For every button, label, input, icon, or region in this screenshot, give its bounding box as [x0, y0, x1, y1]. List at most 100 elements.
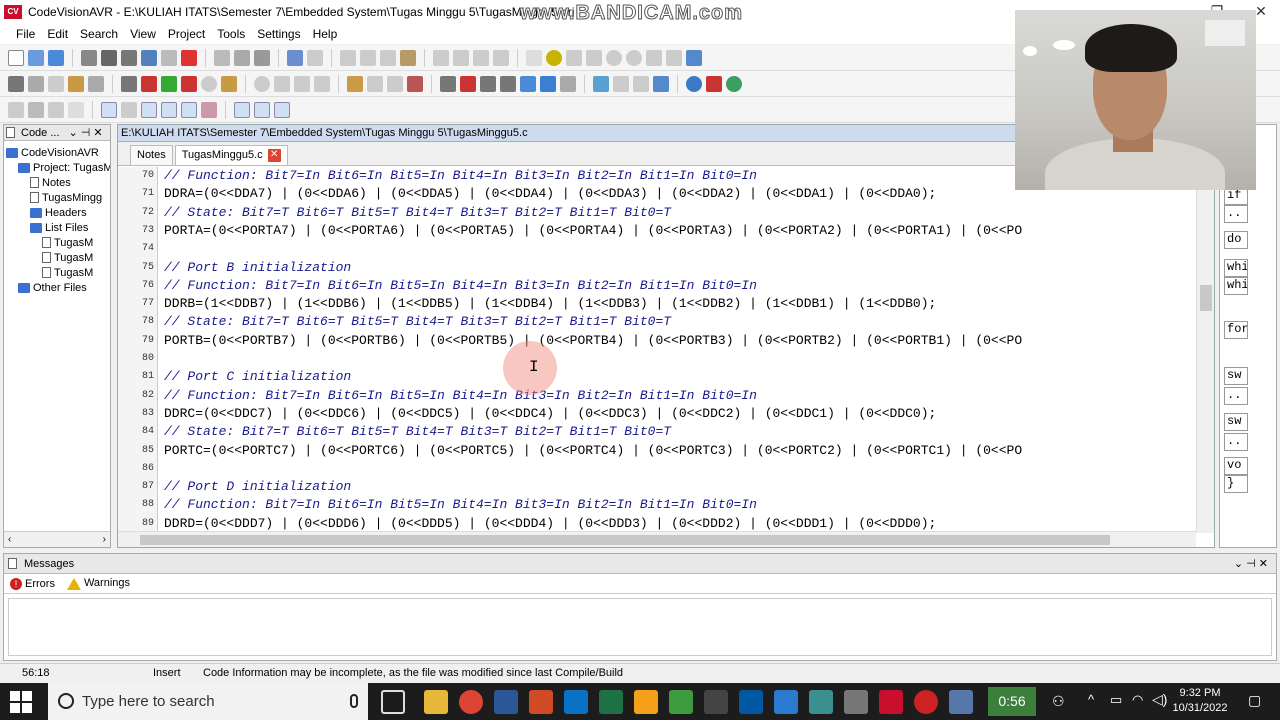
menu-tools[interactable]: Tools [211, 27, 251, 41]
network-icon[interactable]: ▭ [1110, 692, 1122, 708]
expand-icon[interactable] [8, 101, 24, 118]
clipboard-history-icon[interactable] [181, 101, 197, 118]
configure-icon[interactable] [121, 75, 137, 92]
stop-build-icon[interactable] [88, 75, 104, 92]
template-snippet[interactable]: whi [1224, 277, 1248, 295]
paragraph-icon[interactable] [68, 101, 84, 118]
scroll-right-icon[interactable]: › [103, 534, 106, 545]
windows-start-icon[interactable] [10, 691, 32, 713]
open-file-icon[interactable] [28, 49, 44, 66]
messages-view-icon[interactable] [201, 101, 217, 118]
taskbar-search-box[interactable]: Type here to search [48, 683, 368, 720]
code-line[interactable]: 72 // State: Bit7=T Bit6=T Bit5=T Bit4=T … [118, 204, 1196, 222]
code-line[interactable]: 86 [118, 460, 1196, 478]
festo-icon[interactable] [739, 690, 763, 714]
tree-item[interactable]: List Files [4, 220, 110, 235]
layout-icon[interactable] [653, 75, 669, 92]
print-preview-icon[interactable] [214, 49, 230, 66]
bug-icon[interactable] [460, 75, 476, 92]
code-line[interactable]: 88 // Function: Bit7=In Bit6=In Bit5=In B… [118, 496, 1196, 514]
paste-icon[interactable] [400, 49, 416, 66]
code-area[interactable]: 70 // Function: Bit7=In Bit6=In Bit5=In B… [118, 167, 1196, 533]
menu-file[interactable]: File [10, 27, 41, 41]
template-snippet[interactable]: .. [1224, 205, 1248, 223]
chrome-icon[interactable] [459, 690, 483, 714]
edit-icon[interactable] [347, 75, 363, 92]
templates-icon[interactable] [141, 101, 157, 118]
outlook-icon[interactable] [564, 690, 588, 714]
indent-icon[interactable] [433, 49, 449, 66]
recording-timer[interactable]: 0:56 [988, 687, 1036, 716]
powerpoint-icon[interactable] [529, 690, 553, 714]
debug-icon[interactable] [161, 75, 177, 92]
function-list-icon[interactable] [121, 101, 137, 118]
clear-icon[interactable] [380, 49, 396, 66]
pin-icon[interactable]: ⊣ [81, 126, 91, 139]
back-icon[interactable] [606, 49, 622, 66]
close-icon[interactable]: ✕ [93, 126, 102, 139]
file-info-icon[interactable] [294, 75, 310, 92]
terminal-icon[interactable] [500, 75, 516, 92]
menu-settings[interactable]: Settings [251, 27, 306, 41]
tree-item[interactable]: Notes [4, 175, 110, 190]
chevron-up-icon[interactable]: ^ [1088, 692, 1094, 707]
code-line[interactable]: 85 PORTC=(0<<PORTC7) | (0<<PORTC6) | (0<<… [118, 442, 1196, 460]
print-icon[interactable] [254, 49, 270, 66]
menu-project[interactable]: Project [162, 27, 211, 41]
new-file-icon[interactable] [8, 49, 24, 66]
tab-notes[interactable]: Notes [130, 145, 173, 165]
tree-item[interactable]: TugasM [4, 265, 110, 280]
app-chart-icon[interactable] [809, 690, 833, 714]
code-line[interactable]: 74 [118, 240, 1196, 258]
lcd-icon[interactable] [440, 75, 456, 92]
clean-icon[interactable] [221, 75, 237, 92]
code-line[interactable]: 75 // Port B initialization [118, 259, 1196, 277]
save-icon[interactable] [81, 49, 97, 66]
bandicam-icon[interactable] [914, 690, 938, 714]
code-line[interactable]: 78 // State: Bit7=T Bit6=T Bit5=T Bit4=T … [118, 313, 1196, 331]
text-tool-icon[interactable] [161, 101, 177, 118]
tree-item[interactable]: Headers [4, 205, 110, 220]
bookmark-nav-icon[interactable] [566, 49, 582, 66]
color-picker-icon[interactable] [613, 75, 629, 92]
template-snippet[interactable]: whi [1224, 259, 1248, 277]
scroll-left-icon[interactable]: ‹ [8, 534, 11, 545]
tab-errors[interactable]: ! Errors [10, 577, 55, 590]
code-line[interactable]: 89 DDRD=(0<<DDD7) | (0<<DDD6) | (0<<DDD5)… [118, 515, 1196, 533]
run-icon[interactable] [181, 75, 197, 92]
close-all-icon[interactable] [161, 49, 177, 66]
template-snippet[interactable]: .. [1224, 433, 1248, 451]
code-line[interactable]: 80 [118, 350, 1196, 368]
code-navigator-icon[interactable] [101, 101, 117, 118]
menu-view[interactable]: View [124, 27, 162, 41]
app-tool-icon[interactable] [844, 690, 868, 714]
code-line[interactable]: 73 PORTA=(0<<PORTA7) | (0<<PORTA6) | (0<<… [118, 222, 1196, 240]
calculator-icon[interactable] [560, 75, 576, 92]
word-icon[interactable] [494, 690, 518, 714]
panel-controls[interactable]: ⌄ ⊣ ✕ [1234, 557, 1268, 570]
people-icon[interactable]: ⚇ [1052, 693, 1065, 710]
redo-icon[interactable] [307, 49, 323, 66]
check-syntax-icon[interactable] [8, 75, 24, 92]
halt-icon[interactable] [201, 75, 217, 92]
split-horizontal-icon[interactable] [234, 101, 250, 118]
horizontal-scrollbar[interactable] [118, 531, 1196, 547]
jump-icon[interactable] [586, 49, 602, 66]
code-line[interactable]: 76 // Function: Bit7=In Bit6=In Bit5=In B… [118, 277, 1196, 295]
refresh-icon[interactable] [48, 49, 64, 66]
tree-item[interactable]: Project: TugasM [4, 160, 110, 175]
template-snippet[interactable]: } [1224, 475, 1248, 493]
bookmark-icon[interactable] [546, 49, 562, 66]
delete-icon[interactable] [181, 49, 197, 66]
palette-icon[interactable] [593, 75, 609, 92]
build-all-icon[interactable] [68, 75, 84, 92]
find-icon[interactable] [234, 49, 250, 66]
info-icon[interactable] [254, 75, 270, 92]
chip-icon[interactable] [407, 75, 423, 92]
copy-doc-icon[interactable] [367, 75, 383, 92]
keyboard-icon[interactable] [666, 49, 682, 66]
chevron-down-icon[interactable]: ⌄ [69, 126, 78, 139]
app-chip-icon[interactable] [704, 690, 728, 714]
code-line[interactable]: 79 PORTB=(0<<PORTB7) | (0<<PORTB6) | (0<<… [118, 332, 1196, 350]
save-all-icon[interactable] [101, 49, 117, 66]
